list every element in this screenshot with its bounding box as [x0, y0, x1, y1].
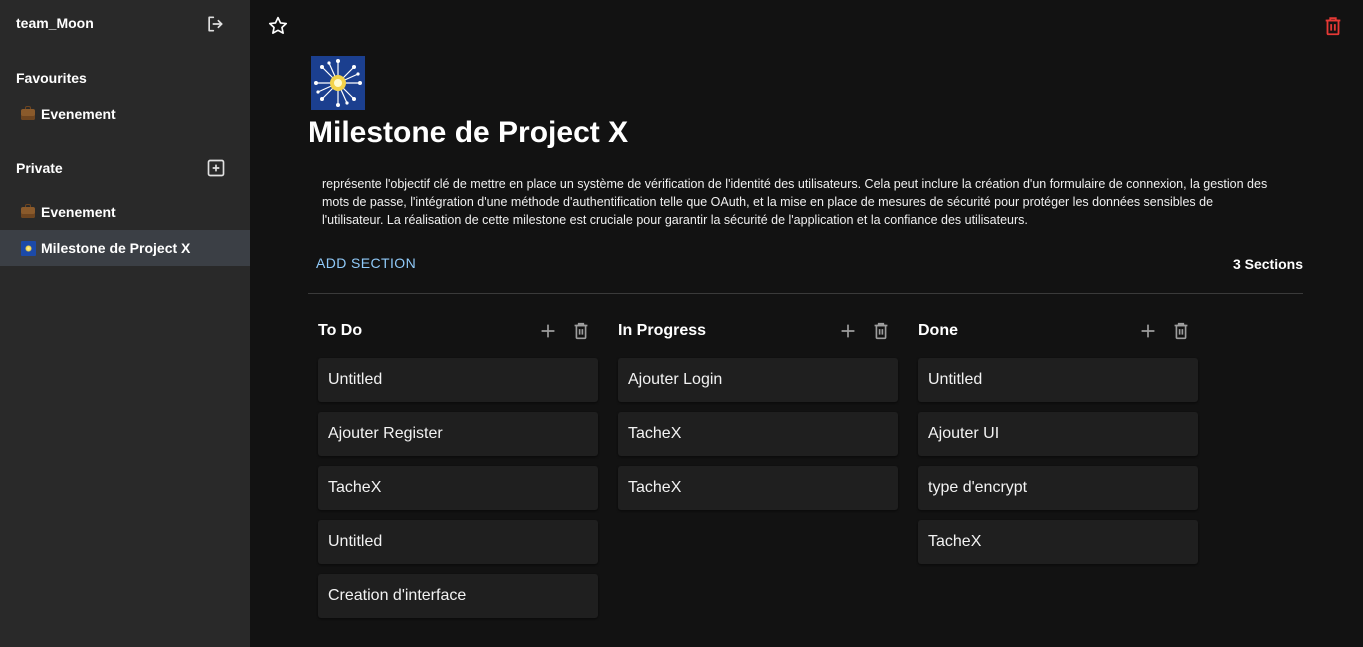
task-card[interactable]: Ajouter UI [918, 412, 1198, 456]
task-card[interactable]: type d'encrypt [918, 466, 1198, 510]
sidebar: team_Moon Favourites Evenement Private E… [0, 0, 250, 647]
section-count: 3 Sections [1232, 256, 1303, 272]
task-card[interactable]: Untitled [918, 358, 1198, 402]
add-card-icon[interactable] [537, 320, 559, 342]
page-description[interactable]: représente l'objectif clé de mettre en p… [322, 175, 1268, 229]
task-card[interactable]: TacheX [918, 520, 1198, 564]
private-title: Private [16, 160, 63, 176]
sidebar-item-label: Evenement [41, 106, 116, 122]
delete-page-icon[interactable] [1322, 15, 1344, 37]
fireworks-icon[interactable] [311, 56, 365, 110]
section-title[interactable]: To Do [318, 322, 362, 340]
logout-icon[interactable] [205, 14, 225, 34]
task-card[interactable]: TacheX [618, 412, 898, 456]
task-card[interactable]: Untitled [318, 520, 598, 564]
fireworks-icon [20, 240, 36, 256]
section-column-todo: To Do Untitled Ajouter Register TacheX U… [318, 318, 598, 618]
section-title[interactable]: Done [918, 322, 958, 340]
task-card[interactable]: Ajouter Register [318, 412, 598, 456]
delete-section-icon[interactable] [1170, 320, 1192, 342]
divider [308, 293, 1303, 294]
briefcase-icon [20, 203, 36, 220]
task-card[interactable]: Untitled [318, 358, 598, 402]
briefcase-icon [20, 105, 36, 122]
favourites-title: Favourites [16, 70, 87, 86]
sidebar-item-label: Evenement [41, 204, 116, 220]
section-column-in-progress: In Progress Ajouter Login TacheX TacheX [618, 318, 898, 510]
sidebar-item-milestone[interactable]: Milestone de Project X [0, 230, 250, 266]
sidebar-item-private-evenement[interactable]: Evenement [0, 194, 250, 230]
team-name: team_Moon [16, 15, 94, 31]
add-page-icon[interactable] [206, 158, 226, 178]
task-card[interactable]: Ajouter Login [618, 358, 898, 402]
delete-section-icon[interactable] [870, 320, 892, 342]
delete-section-icon[interactable] [570, 320, 592, 342]
task-card[interactable]: TacheX [618, 466, 898, 510]
sidebar-item-favourite-evenement[interactable]: Evenement [0, 96, 250, 132]
section-column-done: Done Untitled Ajouter UI type d'encrypt … [918, 318, 1198, 564]
page-title[interactable]: Milestone de Project X [308, 116, 628, 150]
task-card[interactable]: TacheX [318, 466, 598, 510]
add-card-icon[interactable] [1137, 320, 1159, 342]
sidebar-item-label: Milestone de Project X [41, 240, 191, 256]
task-card[interactable]: Creation d'interface [318, 574, 598, 618]
add-section-button[interactable]: ADD SECTION [316, 255, 416, 271]
star-icon[interactable] [267, 15, 289, 37]
add-card-icon[interactable] [837, 320, 859, 342]
section-title[interactable]: In Progress [618, 322, 706, 340]
